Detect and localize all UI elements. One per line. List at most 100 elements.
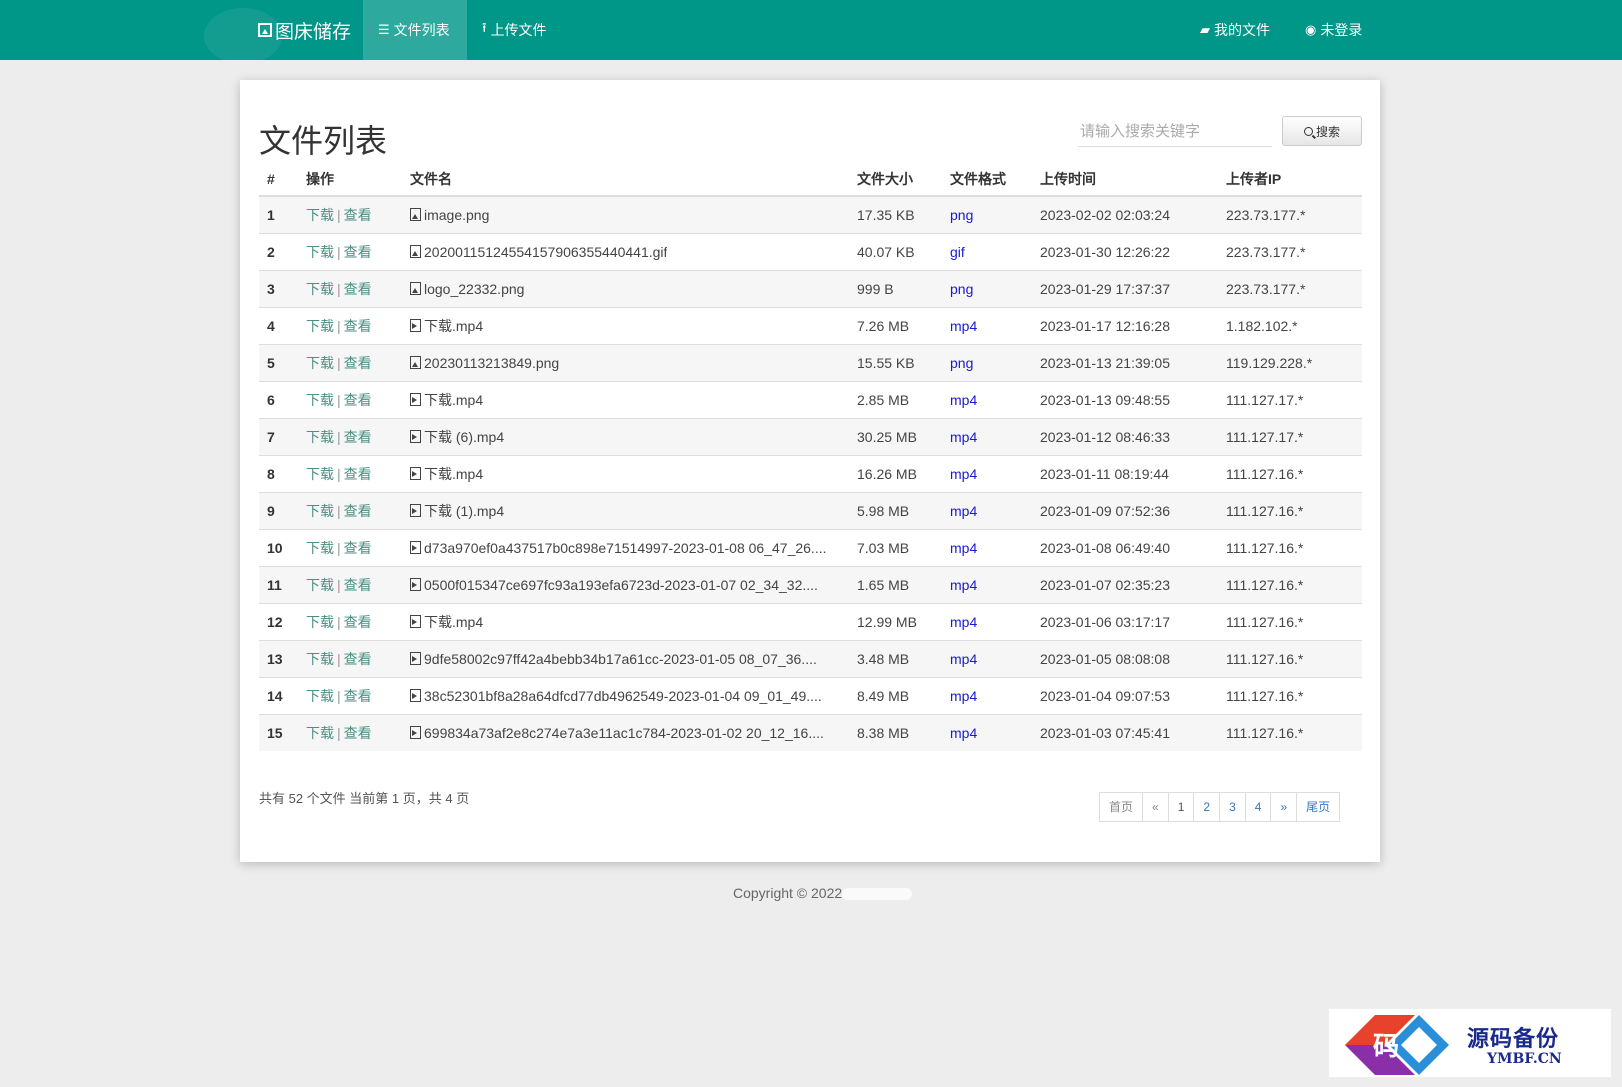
view-link[interactable]: 查看 [344, 392, 372, 408]
page-4[interactable]: 4 [1244, 792, 1272, 822]
row-upload-time: 2023-01-04 09:07:53 [1032, 676, 1218, 714]
view-link[interactable]: 查看 [344, 207, 372, 223]
watermark-subtitle: YMBF.CN [1487, 1051, 1562, 1067]
download-link[interactable]: 下载 [306, 614, 334, 630]
row-size: 2.85 MB [849, 380, 942, 418]
table-row: 14 下载 | 查看 38c52301bf8a28a64dfcd77db4962549-… [259, 676, 1362, 714]
row-upload-time: 2023-01-13 21:39:05 [1032, 343, 1218, 381]
row-format: gif [942, 232, 1032, 270]
view-link[interactable]: 查看 [344, 503, 372, 519]
header-filename: 文件名 [402, 162, 849, 197]
nav-file-list[interactable]: ☰ 文件列表 [363, 0, 467, 60]
download-link[interactable]: 下载 [306, 651, 334, 667]
row-num: 3 [259, 269, 298, 307]
row-actions: 下载 | 查看 [298, 676, 402, 714]
download-link[interactable]: 下载 [306, 207, 334, 223]
view-link[interactable]: 查看 [344, 281, 372, 297]
download-link[interactable]: 下载 [306, 318, 334, 334]
video-file-icon [410, 467, 421, 480]
download-link[interactable]: 下载 [306, 577, 334, 593]
header-format: 文件格式 [942, 162, 1032, 197]
page-3[interactable]: 3 [1219, 792, 1246, 822]
view-link[interactable]: 查看 [344, 577, 372, 593]
action-separator: | [337, 243, 341, 260]
search-button[interactable]: 搜索 [1282, 116, 1362, 146]
row-filename: d73a970ef0a437517b0c898e71514997-2023-01… [402, 528, 849, 566]
page-first[interactable]: 首页 [1099, 792, 1144, 822]
table-row: 4 下载 | 查看 下载.mp4 7.26 MB mp4 2023-01-17 12:16:2… [259, 306, 1362, 344]
page-1[interactable]: 1 [1167, 792, 1195, 822]
view-link[interactable]: 查看 [344, 614, 372, 630]
view-link[interactable]: 查看 [344, 429, 372, 445]
row-size: 5.98 MB [849, 491, 942, 529]
video-file-icon [410, 319, 421, 332]
list-icon: ☰ [378, 22, 390, 37]
upload-icon: ⭱ [482, 20, 487, 35]
download-link[interactable]: 下载 [306, 355, 334, 371]
download-link[interactable]: 下载 [306, 466, 334, 482]
download-link[interactable]: 下载 [306, 540, 334, 556]
search-input[interactable] [1078, 117, 1272, 147]
download-link[interactable]: 下载 [306, 503, 334, 519]
row-upload-time: 2023-01-08 06:49:40 [1032, 528, 1218, 566]
view-link[interactable]: 查看 [344, 466, 372, 482]
view-link[interactable]: 查看 [344, 540, 372, 556]
view-link[interactable]: 查看 [344, 318, 372, 334]
video-file-icon [410, 578, 421, 591]
watermark-title: 源码备份 [1467, 1026, 1560, 1052]
download-link[interactable]: 下载 [306, 688, 334, 704]
row-filename: image.png [402, 195, 849, 233]
view-link[interactable]: 查看 [344, 688, 372, 704]
row-size: 7.26 MB [849, 306, 942, 344]
row-upload-time: 2023-01-17 12:16:28 [1032, 306, 1218, 344]
download-link[interactable]: 下载 [306, 392, 334, 408]
row-filename: logo_22332.png [402, 269, 849, 307]
download-link[interactable]: 下载 [306, 281, 334, 297]
view-link[interactable]: 查看 [344, 355, 372, 371]
header-size: 文件大小 [849, 162, 942, 197]
page-2[interactable]: 2 [1193, 792, 1221, 822]
row-actions: 下载 | 查看 [298, 713, 402, 751]
view-link[interactable]: 查看 [344, 725, 372, 741]
video-file-icon [410, 430, 421, 443]
nav-upload[interactable]: ⭱ 上传文件 [467, 0, 562, 60]
view-link[interactable]: 查看 [344, 651, 372, 667]
brand-link[interactable]: 图床储存 [258, 0, 351, 60]
user-circle-icon: ◉ [1305, 22, 1317, 37]
row-uploader-ip: 111.127.16.* [1218, 639, 1362, 677]
table-row: 11 下载 | 查看 0500f015347ce697fc93a193efa6723d-… [259, 565, 1362, 603]
row-num: 8 [259, 454, 298, 492]
row-filename: 9dfe58002c97ff42a4bebb34b17a61cc-2023-01… [402, 639, 849, 677]
row-num: 10 [259, 528, 298, 566]
download-link[interactable]: 下载 [306, 429, 334, 445]
filename-text: 38c52301bf8a28a64dfcd77db4962549-2023-01… [424, 687, 822, 704]
download-link[interactable]: 下载 [306, 244, 334, 260]
table-header-row: # 操作 文件名 文件大小 文件格式 上传时间 上传者IP [259, 162, 1362, 197]
nav-upload-label: 上传文件 [490, 22, 547, 38]
table-row: 6 下载 | 查看 下载.mp4 2.85 MB mp4 2023-01-13 09:48:5… [259, 380, 1362, 418]
view-link[interactable]: 查看 [344, 244, 372, 260]
page-prev[interactable]: « [1142, 792, 1169, 822]
filename-text: 699834a73af2e8c274e7a3e11ac1c784-2023-01… [424, 724, 824, 741]
row-size: 15.55 KB [849, 343, 942, 381]
row-actions: 下载 | 查看 [298, 232, 402, 270]
filename-text: 20230113213849.png [424, 354, 560, 371]
row-actions: 下载 | 查看 [298, 491, 402, 529]
nav-file-list-label: 文件列表 [393, 22, 450, 38]
row-format: mp4 [942, 565, 1032, 603]
nav-login[interactable]: ◉ 未登录 [1290, 0, 1377, 60]
row-num: 1 [259, 195, 298, 233]
nav-my-files[interactable]: ▰ 我的文件 [1185, 0, 1285, 60]
row-uploader-ip: 111.127.16.* [1218, 454, 1362, 492]
page-last[interactable]: 尾页 [1296, 792, 1341, 822]
row-filename: 下载.mp4 [402, 306, 849, 344]
page-next[interactable]: » [1270, 792, 1298, 822]
row-filename: 下载.mp4 [402, 380, 849, 418]
row-size: 8.49 MB [849, 676, 942, 714]
video-file-icon [410, 689, 421, 702]
top-navbar: 图床储存 ☰ 文件列表 ⭱ 上传文件 ▰ 我的文件 ◉ 未登录 [0, 0, 1622, 64]
search-icon [1303, 126, 1313, 136]
download-link[interactable]: 下载 [306, 725, 334, 741]
row-filename: 699834a73af2e8c274e7a3e11ac1c784-2023-01… [402, 713, 849, 751]
row-uploader-ip: 111.127.16.* [1218, 602, 1362, 640]
